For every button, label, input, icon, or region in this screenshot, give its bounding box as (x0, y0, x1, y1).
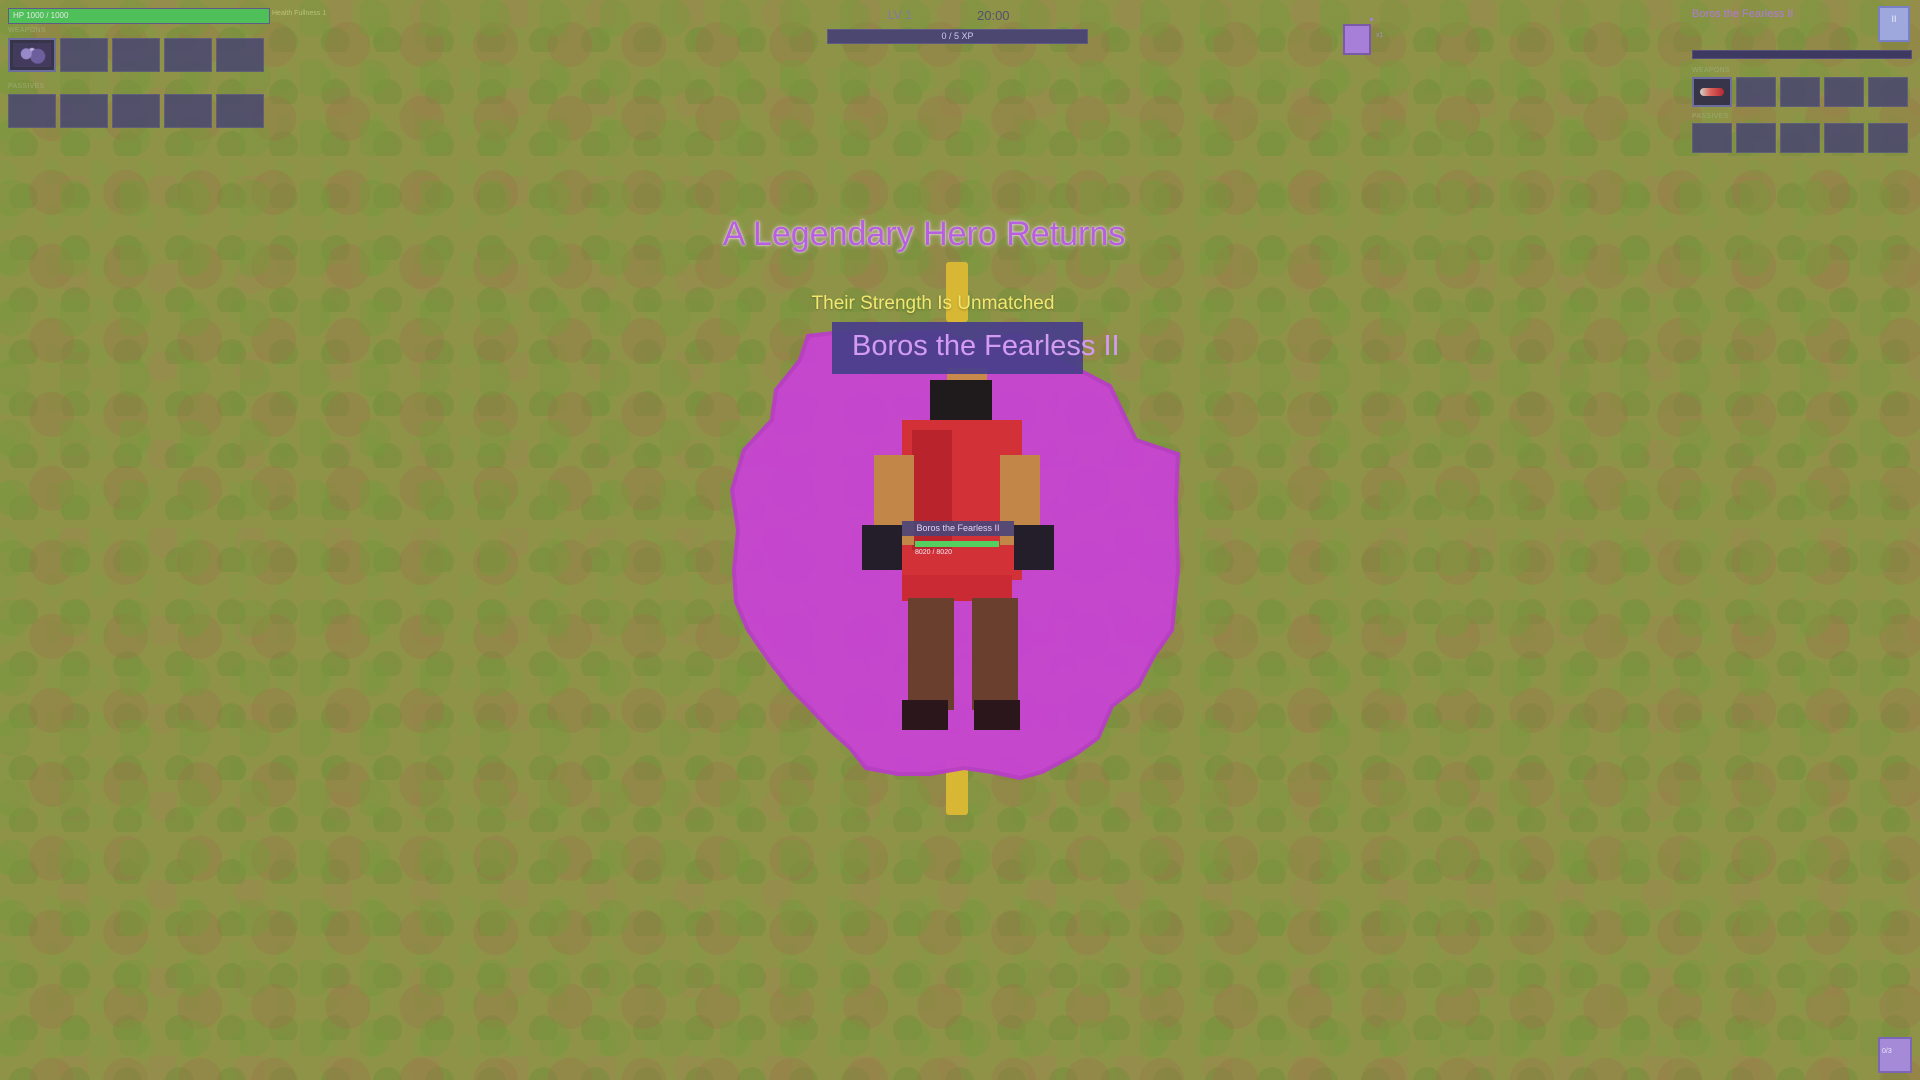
item-indicator-icon[interactable] (1343, 24, 1371, 55)
xp-text: 0 / 5 XP (941, 31, 974, 41)
hero-sprite[interactable] (842, 360, 1072, 740)
corner-button-label: 0/3 (1882, 1048, 1892, 1055)
blade-icon (1700, 88, 1724, 96)
boss-hp-bar (1692, 50, 1912, 59)
boss-portrait-glyph: II (1891, 14, 1897, 24)
weapon-slot-5[interactable] (216, 38, 264, 72)
boss-passive-slot-1[interactable] (1692, 123, 1732, 153)
hero-hp-text: 8020 / 8020 (915, 549, 952, 556)
event-title: A Legendary Hero Returns (722, 215, 1126, 253)
corner-button[interactable] (1878, 1037, 1912, 1073)
weapon-slot-4[interactable] (164, 38, 212, 72)
xp-bar: 0 / 5 XP (827, 29, 1088, 44)
indicator-dot (1370, 18, 1373, 21)
boss-weapon-slots (1692, 77, 1908, 107)
boss-passive-slot-4[interactable] (1824, 123, 1864, 153)
passive-slot-3[interactable] (112, 94, 160, 128)
boss-weapon-slot-2[interactable] (1736, 77, 1776, 107)
boss-passive-slots (1692, 123, 1908, 153)
hero-hp-bar (915, 541, 999, 547)
passive-slot-4[interactable] (164, 94, 212, 128)
boss-weapon-slot-5[interactable] (1868, 77, 1908, 107)
passives-label: PASSIVES (8, 83, 45, 90)
boss-passive-slot-2[interactable] (1736, 123, 1776, 153)
run-timer: 20:00 (977, 8, 1010, 23)
weapon-slots (8, 38, 264, 72)
hero-name-text: Boros the Fearless II (916, 523, 1000, 533)
boss-weapons-label: WEAPONS (1692, 67, 1730, 74)
level-label: LV 1 (888, 8, 912, 22)
weapon-slot-1[interactable] (8, 38, 56, 72)
passive-slot-2[interactable] (60, 94, 108, 128)
boss-portrait[interactable]: II (1878, 6, 1910, 42)
event-subtitle: Their Strength Is Unmatched (811, 293, 1055, 314)
weapon-slot-3[interactable] (112, 38, 160, 72)
player-hp-text: HP 1000 / 1000 (13, 11, 69, 20)
player-hp-extra: Health Fullness 1 (272, 10, 327, 17)
weapon-slot-2[interactable] (60, 38, 108, 72)
passive-slot-5[interactable] (216, 94, 264, 128)
weapons-label: WEAPONS (8, 27, 46, 34)
shadow-weapon-icon (13, 43, 51, 67)
item-indicator-label: x1 (1376, 32, 1384, 39)
boss-weapon-slot-1[interactable] (1692, 77, 1732, 107)
boss-weapon-slot-4[interactable] (1824, 77, 1864, 107)
hero-body-parts (862, 368, 1054, 730)
hero-hp-fill (915, 541, 999, 547)
boss-hp-fill (1693, 51, 1911, 58)
boss-weapon-slot-3[interactable] (1780, 77, 1820, 107)
boss-passive-slot-3[interactable] (1780, 123, 1820, 153)
passive-slot-1[interactable] (8, 94, 56, 128)
boss-nameplate-text: Boros the Fearless II (852, 330, 1120, 362)
boss-name: Boros the Fearless II (1692, 8, 1794, 20)
passive-slots (8, 94, 264, 128)
boss-passive-slot-5[interactable] (1868, 123, 1908, 153)
player-hp-bar: HP 1000 / 1000 (8, 8, 270, 24)
boss-passives-label: PASSIVES (1692, 113, 1729, 120)
